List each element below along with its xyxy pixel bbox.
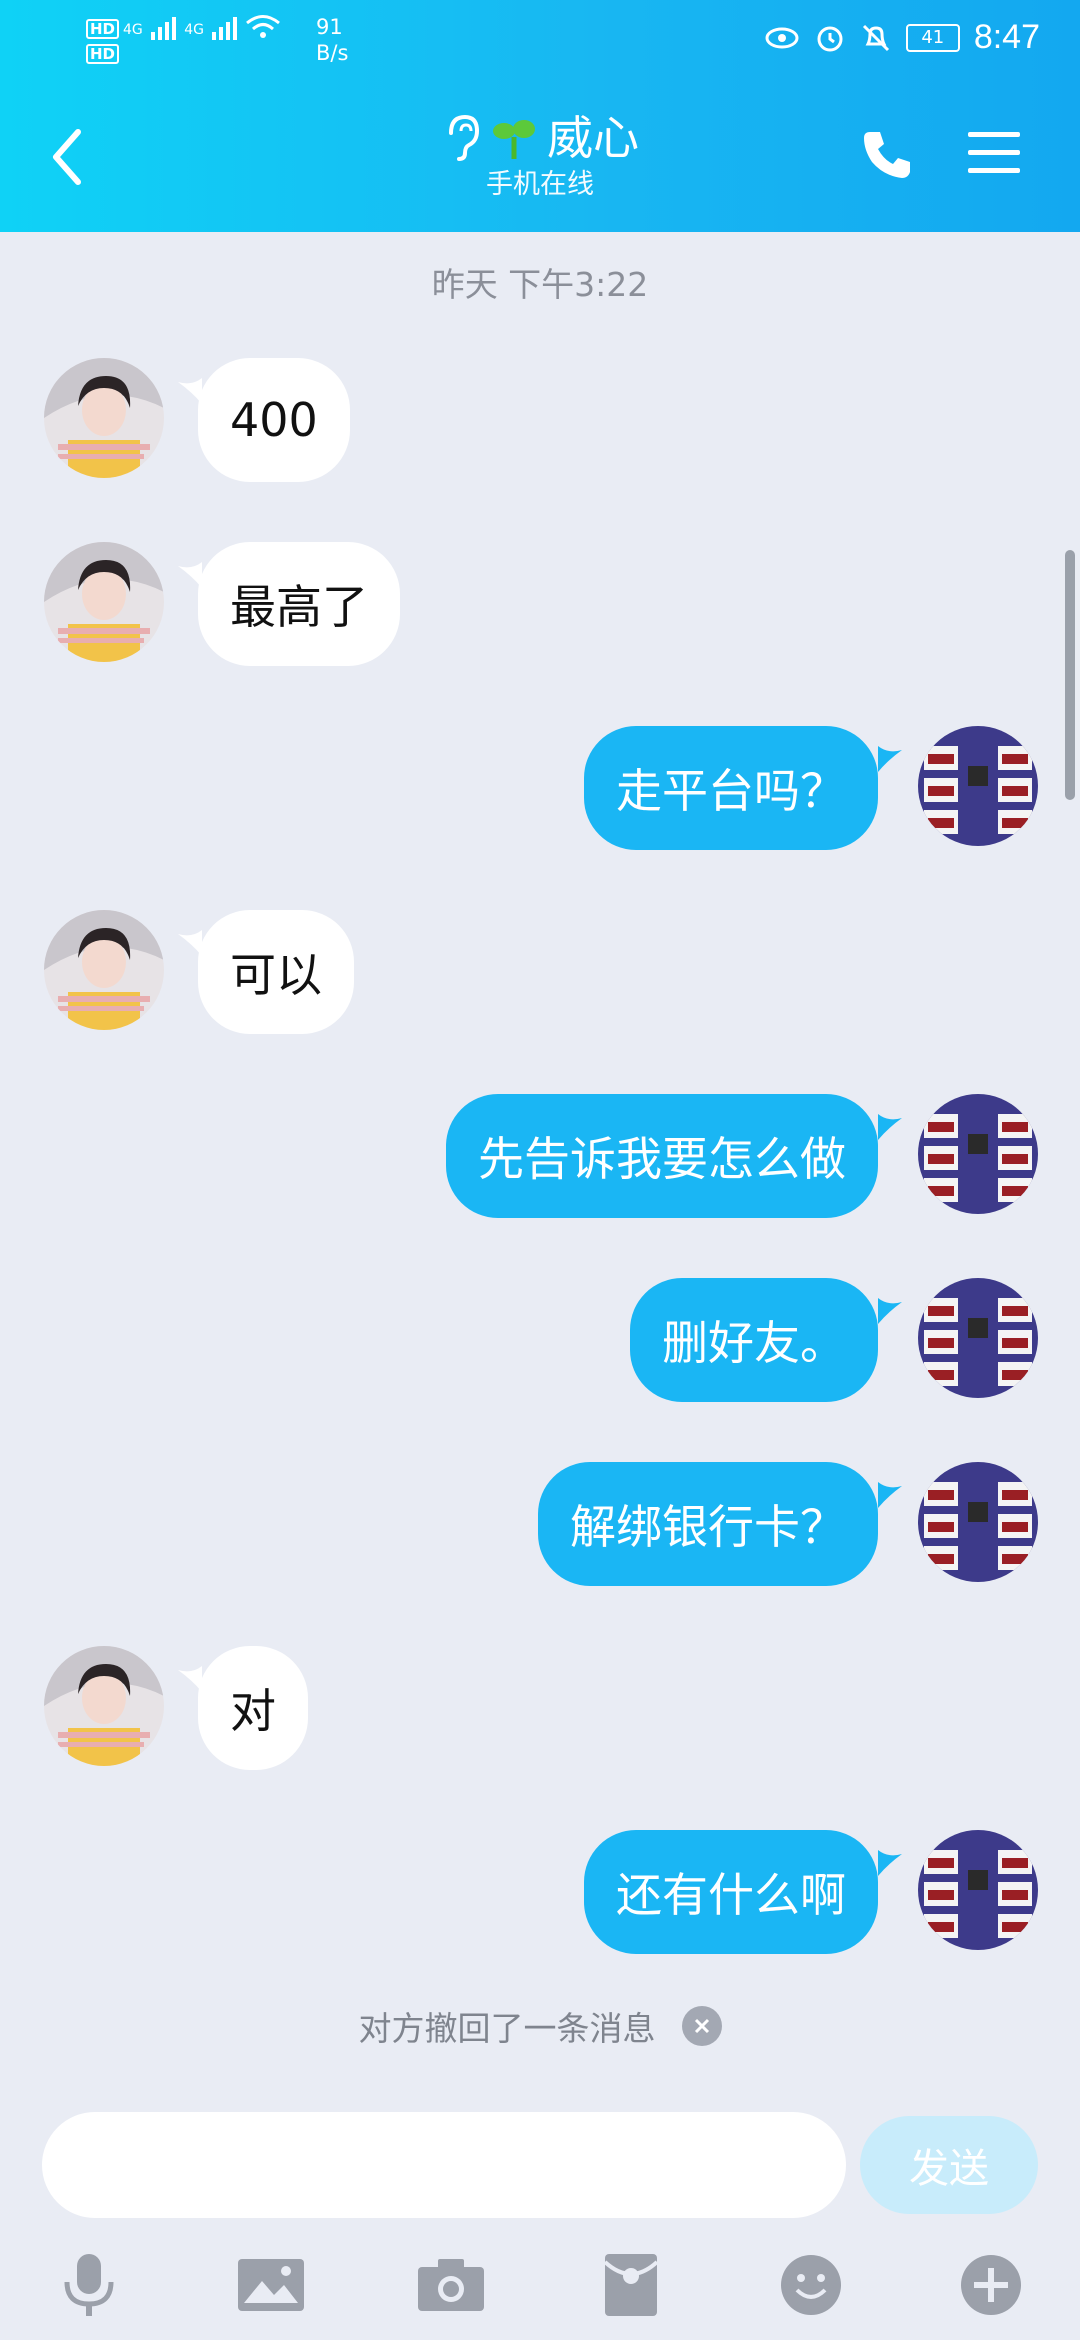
battery-indicator: 41 [905,23,960,52]
chat-title-area: 威心 手机在线 [0,110,1080,203]
incoming-message: 对 [0,1646,1080,1770]
net-speed-unit: B/s [316,41,349,65]
network-type-2: 4G [184,22,205,38]
my-avatar[interactable] [918,1830,1038,1950]
contact-avatar[interactable] [44,910,164,1030]
emoji-icon[interactable] [766,2240,856,2330]
clock: 8:47 [973,18,1040,56]
message-bubble[interactable]: 解绑银行卡？ [538,1462,878,1586]
plus-icon[interactable] [946,2240,1036,2330]
eye-icon [765,27,799,48]
message-bubble[interactable]: 删好友。 [630,1278,878,1402]
outgoing-message: 先告诉我要怎么做 [0,1094,1080,1218]
wifi-icon [246,15,281,38]
signal-indicators: HD 4G 4G HD [86,14,281,64]
camera-icon[interactable] [406,2240,496,2330]
chat-header: HD 4G 4G HD 91 B/s 41 8:47 威心 手机在线 [0,0,1080,232]
contact-name[interactable]: 威心 [547,110,639,166]
hd-badge: HD [86,19,120,39]
contact-avatar[interactable] [44,358,164,478]
message-bubble[interactable]: 还有什么啊 [584,1830,878,1954]
recall-notice: 对方撤回了一条消息 [0,2002,1080,2050]
bubble-tail [878,1114,902,1140]
message-bubble[interactable]: 最高了 [198,542,400,666]
input-toolbar [0,2240,1080,2340]
message-input[interactable] [42,2112,846,2218]
net-speed: 91 B/s [316,14,348,66]
red-packet-icon[interactable] [586,2240,676,2330]
ear-icon[interactable] [441,113,481,163]
message-bubble[interactable]: 对 [198,1646,308,1770]
my-avatar[interactable] [918,726,1038,846]
image-icon[interactable] [226,2240,316,2330]
my-avatar[interactable] [918,1094,1038,1214]
my-avatar[interactable] [918,1462,1038,1582]
menu-icon[interactable] [966,128,1022,178]
message-bubble[interactable]: 400 [198,358,350,482]
date-separator: 昨天 下午3:22 [431,265,649,304]
alarm-icon [817,26,843,51]
mute-bell-icon [862,24,889,51]
incoming-message: 400 [0,358,1080,482]
status-right: 41 8:47 [764,18,1040,57]
network-type: 4G [123,22,143,38]
message-bubble[interactable]: 可以 [198,910,354,1034]
signal-icon-2 [211,17,237,40]
send-button[interactable]: 发送 [860,2116,1038,2214]
outgoing-message: 还有什么啊 [0,1830,1080,1954]
contact-avatar[interactable] [44,1646,164,1766]
hd-badge-2: HD [86,44,120,64]
online-status: 手机在线 [486,169,594,200]
message-bubble[interactable]: 走平台吗？ [584,726,878,850]
message-bubble[interactable]: 先告诉我要怎么做 [446,1094,878,1218]
incoming-message: 最高了 [0,542,1080,666]
outgoing-message: 删好友。 [0,1278,1080,1402]
my-avatar[interactable] [918,1278,1038,1398]
recall-text: 对方撤回了一条消息 [358,2009,656,2048]
status-bar: HD 4G 4G HD 91 B/s 41 8:47 [0,0,1080,80]
contact-avatar[interactable] [44,542,164,662]
dismiss-recall-icon[interactable] [681,2006,722,2046]
outgoing-message: 解绑银行卡？ [0,1462,1080,1586]
incoming-message: 可以 [0,910,1080,1034]
scrollbar[interactable] [1065,550,1075,800]
phone-call-icon[interactable] [858,124,918,184]
message-list[interactable]: 昨天 下午3:22 400 最高了 走平台吗？ 可以 先告诉我要怎么做 删好友。… [0,232,1080,2102]
sprout-icon [493,120,535,159]
microphone-icon[interactable] [44,2240,134,2330]
bubble-tail [878,1482,902,1508]
outgoing-message: 走平台吗？ [0,726,1080,850]
bubble-tail [878,1298,902,1324]
bubble-tail [878,746,902,772]
signal-icon [150,17,176,40]
net-speed-value: 91 [316,15,343,39]
bubble-tail [878,1850,902,1876]
